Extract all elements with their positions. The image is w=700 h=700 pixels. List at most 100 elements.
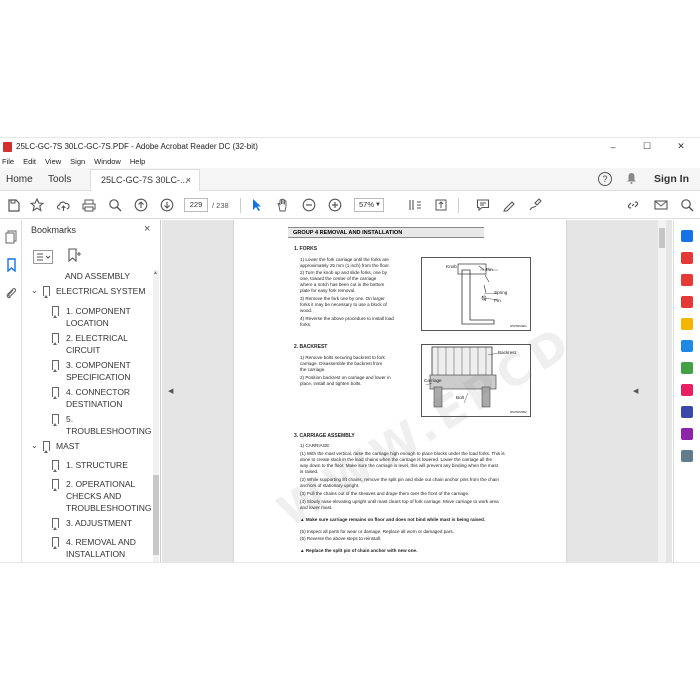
figure-code: D507RM001 [510, 324, 527, 328]
bookmarks-close-icon[interactable]: × [144, 223, 150, 235]
tab-home[interactable]: Home [6, 174, 33, 185]
minimize-button[interactable]: – [598, 138, 628, 155]
sign-in-link[interactable]: Sign In [654, 173, 689, 185]
menu-view[interactable]: View [45, 157, 61, 166]
share-link-icon[interactable] [624, 196, 642, 214]
previous-page-icon[interactable] [132, 196, 150, 214]
highlight-pen-icon[interactable] [500, 196, 518, 214]
select-cursor-icon[interactable] [248, 196, 266, 214]
scrollbar-thumb[interactable] [153, 475, 159, 555]
expand-right-panel-icon[interactable]: ◀ [633, 387, 638, 395]
bookmark-label: INSTALLATION [66, 549, 126, 559]
print-icon[interactable] [80, 196, 98, 214]
scroll-up-icon[interactable]: ▲ [153, 270, 158, 276]
bookmark-icon [52, 387, 59, 399]
create-pdf-icon[interactable] [681, 274, 693, 286]
edit-pdf-icon[interactable] [681, 296, 693, 308]
section-title-forks: 1. FORKS [294, 246, 318, 252]
bookmarks-scrollbar[interactable]: ▲ [153, 270, 159, 562]
scrollbar-thumb[interactable] [659, 228, 665, 248]
text-line: (5) Inspect all parts for wear or damage… [300, 529, 454, 534]
text-line: plate for easy fork removal. [300, 288, 356, 293]
section-title-carriage-assembly: 3. CARRIAGE ASSEMBLY [294, 433, 355, 439]
bookmark-label: CHECKS AND [66, 491, 122, 501]
menu-window[interactable]: Window [94, 157, 121, 166]
document-viewport[interactable]: ◀ ◀ GROUP 4 REMOVAL AND INSTALLATION 1. … [162, 220, 672, 562]
bookmark-label: DESTINATION [66, 399, 123, 409]
bookmark-icon [52, 306, 59, 318]
page-display-icon[interactable] [406, 196, 424, 214]
document-scrollbar[interactable] [658, 220, 666, 562]
compress-pdf-icon[interactable] [681, 428, 693, 440]
next-page-icon[interactable] [158, 196, 176, 214]
scroll-mode-icon[interactable] [432, 196, 450, 214]
search-tool-icon[interactable] [681, 230, 693, 242]
organize-pages-icon[interactable] [681, 362, 693, 374]
zoom-search-icon[interactable] [106, 196, 124, 214]
bookmark-options-icon[interactable] [33, 250, 53, 264]
help-icon[interactable]: ? [598, 172, 612, 186]
sign-pen-icon[interactable] [526, 196, 544, 214]
bookmark-label: AND ASSEMBLY [65, 271, 131, 281]
maximize-button[interactable]: ☐ [632, 138, 662, 155]
label-knob: Knob [446, 264, 457, 269]
menu-sign[interactable]: Sign [70, 157, 85, 166]
tab-document[interactable]: 25LC-GC-7S 30LC-... × [90, 169, 200, 191]
bookmark-label: 2. OPERATIONAL [66, 479, 136, 489]
bookmark-label: CIRCUIT [66, 345, 101, 355]
zoom-in-icon[interactable] [326, 196, 344, 214]
menu-help[interactable]: Help [130, 157, 145, 166]
combine-files-icon[interactable] [681, 340, 693, 352]
text-line: approximately 25 mm (1 inch) from the fl… [300, 263, 390, 268]
toolbar-divider [458, 198, 459, 213]
page-number-input[interactable]: 229 [184, 198, 208, 212]
zoom-level-select[interactable]: 57% ▼ [354, 198, 384, 212]
acrobat-window: 25LC-GC-7S 30LC-GC-7S.PDF - Adobe Acroba… [0, 137, 700, 563]
tab-tools[interactable]: Tools [48, 174, 71, 185]
tab-bar: Home Tools 25LC-GC-7S 30LC-... × ? Sign … [0, 168, 700, 191]
comment-tool-icon[interactable] [681, 318, 693, 330]
export-pdf-icon[interactable] [681, 252, 693, 264]
cloud-upload-icon[interactable] [54, 196, 72, 214]
attachments-icon[interactable] [4, 286, 18, 300]
fork-drawing [457, 263, 499, 325]
add-bookmark-icon[interactable] [67, 248, 81, 265]
menu-edit[interactable]: Edit [23, 157, 36, 166]
bookmarks-tools [31, 248, 160, 268]
bell-icon[interactable] [626, 172, 637, 187]
protect-icon[interactable] [681, 406, 693, 418]
right-tools-rail [673, 220, 700, 562]
bookmarks-panel-icon[interactable] [4, 258, 18, 273]
window-title: 25LC-GC-7S 30LC-GC-7S.PDF - Adobe Acroba… [16, 142, 258, 151]
chevron-down-icon[interactable]: ⌄ [31, 440, 38, 452]
label-pin: Pin [486, 267, 493, 272]
bookmark-label: 4. CONNECTOR [66, 387, 131, 397]
pdf-app-icon [3, 141, 12, 152]
bookmark-label: 3. ADJUSTMENT [66, 518, 133, 528]
menu-file[interactable]: File [2, 157, 14, 166]
bookmark-star-icon[interactable] [28, 196, 46, 214]
close-window-button[interactable]: ✕ [666, 138, 696, 155]
title-bar: 25LC-GC-7S 30LC-GC-7S.PDF - Adobe Acroba… [0, 138, 700, 155]
bookmark-icon [52, 460, 59, 472]
hand-tool-icon[interactable] [274, 196, 292, 214]
label-spring: Spring [494, 290, 508, 295]
fill-sign-icon[interactable] [681, 384, 693, 396]
more-tools-icon[interactable] [681, 450, 693, 462]
page-thumbnails-icon[interactable] [4, 230, 18, 244]
zoom-out-icon[interactable] [300, 196, 318, 214]
text-line: forks it may be necessary to use a block… [300, 302, 387, 307]
email-icon[interactable] [652, 196, 670, 214]
save-icon[interactable] [4, 196, 22, 214]
tab-close-icon[interactable]: × [186, 175, 191, 185]
chevron-down-icon[interactable]: ⌄ [31, 285, 38, 297]
text-line: 4) Reverse the above procedure to instal… [300, 316, 394, 321]
bookmark-label: TROUBLESHOOTING [66, 426, 152, 436]
comment-icon[interactable] [474, 196, 492, 214]
bookmark-label: 4. REMOVAL AND [66, 537, 136, 547]
bookmark-icon [43, 441, 50, 453]
group-heading: GROUP 4 REMOVAL AND INSTALLATION [288, 227, 484, 238]
text-line: the carriage. [300, 367, 326, 372]
search-icon[interactable] [678, 196, 696, 214]
collapse-left-panel-icon[interactable]: ◀ [168, 387, 173, 395]
